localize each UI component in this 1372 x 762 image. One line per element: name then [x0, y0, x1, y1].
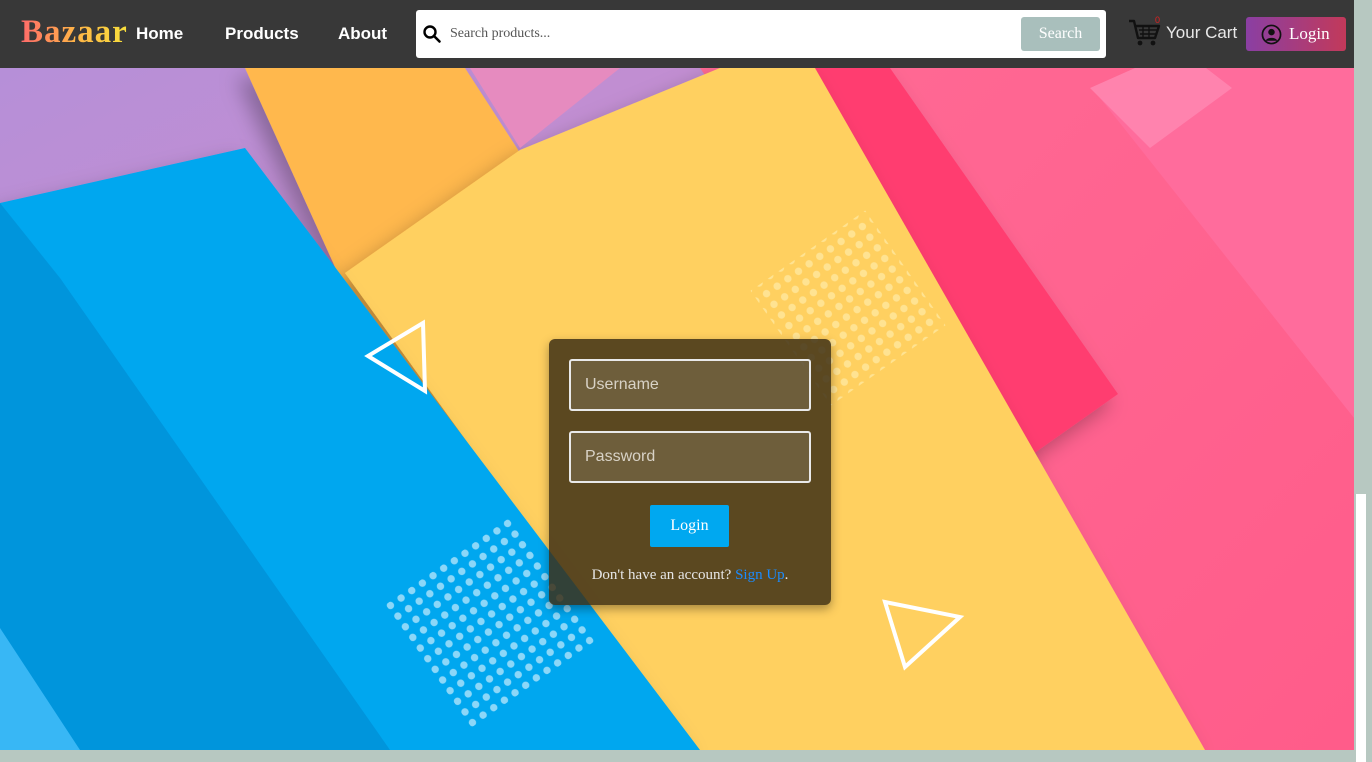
search-box: Search	[416, 10, 1106, 58]
login-nav-label: Login	[1289, 24, 1330, 43]
nav-link-home[interactable]: Home	[136, 24, 183, 44]
cart-icon: 0	[1128, 15, 1162, 48]
cart-count-badge: 0	[1155, 15, 1161, 25]
nav-link-about[interactable]: About	[338, 24, 387, 44]
signup-prompt: Don't have an account?	[591, 567, 736, 583]
signup-link[interactable]: Sign Up	[735, 567, 785, 583]
login-card: Login Don't have an account? Sign Up.	[549, 339, 831, 605]
username-input[interactable]	[569, 359, 811, 411]
login-submit-button[interactable]: Login	[650, 505, 729, 547]
navbar: Bazaar Home Products About Search 0 Your…	[0, 0, 1354, 68]
user-circle-icon	[1261, 24, 1282, 44]
search-input[interactable]	[450, 20, 1010, 48]
brand-logo[interactable]: Bazaar	[21, 14, 128, 51]
search-button[interactable]: Search	[1021, 17, 1100, 51]
login-nav-button[interactable]: Login	[1246, 17, 1346, 51]
signup-line: Don't have an account? Sign Up.	[549, 567, 831, 584]
scrollbar-thumb[interactable]	[1356, 494, 1366, 762]
nav-link-products[interactable]: Products	[225, 24, 299, 44]
search-icon	[423, 25, 441, 43]
signup-suffix: .	[784, 567, 789, 583]
cart-label: Your Cart	[1166, 23, 1238, 42]
password-input[interactable]	[569, 431, 811, 483]
cart-button[interactable]: 0 Your Cart	[1128, 15, 1238, 50]
